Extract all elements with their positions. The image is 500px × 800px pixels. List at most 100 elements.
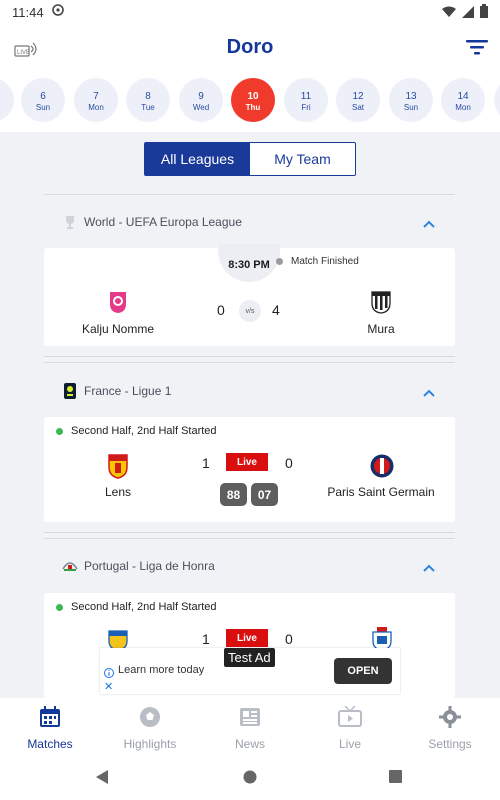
date-number: 12 [352, 91, 364, 102]
filter-icon[interactable] [466, 38, 488, 61]
my-team-tab[interactable]: My Team [250, 143, 355, 175]
wifi-icon [442, 5, 456, 23]
date-chip[interactable]: 11 Fri [284, 78, 328, 122]
vs-text: v/s [245, 307, 255, 315]
nav-news[interactable]: News [200, 698, 300, 756]
date-chip[interactable]: 7 Mon [74, 78, 118, 122]
kickoff-time: 8:30 PM [228, 259, 270, 271]
nav-highlights[interactable]: Highlights [100, 698, 200, 756]
date-chip[interactable]: 6 Sun [21, 78, 65, 122]
date-chip[interactable]: 9 Wed [179, 78, 223, 122]
league-name: France - Ligue 1 [84, 384, 172, 398]
status-bar: 11:44 [0, 0, 500, 24]
date-day: Sun [403, 103, 419, 112]
back-icon[interactable] [96, 770, 108, 789]
date-chip[interactable]: 13 Sun [389, 78, 433, 122]
close-icon[interactable]: ✕ [104, 680, 113, 693]
match-status: Second Half, 2nd Half Started [56, 601, 217, 613]
battery-icon [480, 4, 488, 23]
date-day: Fri [301, 103, 311, 112]
match-card[interactable]: Second Half, 2nd Half Started Lens 1 Liv… [44, 417, 455, 522]
ad-banner[interactable]: ✕ Test Ad Learn more today OPEN [100, 648, 400, 694]
date-chip[interactable]: 12 Sat [336, 78, 380, 122]
trophy-icon [62, 214, 78, 230]
away-score: 0 [285, 631, 293, 647]
date-day: Sat [351, 103, 364, 112]
bottom-navigation: Matches Highlights News Live Settings [0, 698, 500, 756]
vs-badge: v/s [239, 300, 261, 322]
date-number: 7 [93, 91, 99, 102]
chevron-up-icon[interactable] [423, 559, 435, 577]
team-crest [106, 453, 130, 479]
tv-icon [338, 705, 362, 731]
match-status: Second Half, 2nd Half Started [56, 425, 217, 437]
divider [44, 362, 455, 363]
home-score: 1 [202, 631, 210, 647]
nav-label: News [234, 737, 265, 751]
home-score: 0 [217, 302, 225, 318]
date-chip[interactable]: 8 Tue [126, 78, 170, 122]
ligue1-logo-icon [62, 383, 78, 399]
chevron-up-icon[interactable] [423, 384, 435, 402]
nav-live[interactable]: Live [300, 698, 400, 756]
team-name: Paris Saint Germain [327, 485, 435, 499]
match-status-text: Match Finished [291, 256, 359, 267]
app-bar: LIVE Doro [0, 24, 500, 74]
nav-label: Settings [428, 737, 472, 751]
match-status-text: Second Half, 2nd Half Started [71, 425, 217, 437]
match-status-text: Second Half, 2nd Half Started [71, 601, 217, 613]
calendar-icon [39, 706, 61, 731]
nav-settings[interactable]: Settings [400, 698, 500, 756]
home-team[interactable]: Kalju Nomme [53, 290, 183, 336]
league-header[interactable]: World - UEFA Europa League [44, 202, 455, 242]
date-number: 10 [247, 91, 259, 102]
date-chip[interactable] [494, 78, 500, 122]
data-saver-icon [51, 3, 64, 21]
home-icon[interactable] [243, 770, 257, 789]
liga-portugal-logo-icon [62, 558, 78, 574]
date-number: 6 [40, 91, 46, 102]
live-badge: Live [226, 629, 268, 647]
league-header[interactable]: France - Ligue 1 [44, 371, 455, 411]
recents-icon[interactable] [389, 770, 402, 788]
date-day: Tue [141, 103, 155, 112]
league-header[interactable]: Portugal - Liga de Honra [44, 546, 455, 586]
divider [44, 356, 455, 357]
team-crest [106, 290, 130, 314]
all-leagues-tab[interactable]: All Leagues [145, 143, 250, 175]
match-card[interactable]: 8:30 PM Match Finished Kalju Nomme 0 v/s… [44, 244, 455, 346]
team-crest [369, 453, 395, 479]
league-name: Portugal - Liga de Honra [84, 559, 215, 573]
away-team[interactable]: Paris Saint Germain [316, 453, 446, 499]
ad-open-button[interactable]: OPEN [334, 658, 392, 684]
date-day: Thu [245, 103, 261, 112]
date-selector: 6 Sun 7 Mon 8 Tue 9 Wed 10 Thu 11 Fri 12… [0, 74, 500, 132]
date-day: Sun [35, 103, 51, 112]
soccer-ball-icon [139, 706, 161, 731]
status-time: 11:44 [12, 4, 44, 20]
date-chip[interactable]: 14 Mon [441, 78, 485, 122]
nav-label: Highlights [123, 737, 177, 751]
divider [44, 532, 455, 533]
nav-matches[interactable]: Matches [0, 698, 100, 756]
away-team[interactable]: Mura [316, 290, 446, 336]
home-team[interactable]: Lens [53, 453, 183, 499]
kickoff-time-pill: 8:30 PM [218, 244, 280, 282]
live-badge: Live [226, 453, 268, 471]
date-chip[interactable] [0, 78, 14, 122]
match-minute: 88 [220, 483, 247, 506]
chevron-up-icon[interactable] [423, 215, 435, 233]
date-chip-selected[interactable]: 10 Thu [231, 78, 275, 122]
away-score: 0 [285, 455, 293, 471]
team-crest [369, 290, 393, 314]
date-day: Mon [455, 103, 471, 112]
league-name: World - UEFA Europa League [84, 215, 242, 229]
away-score: 4 [272, 302, 280, 318]
home-score: 1 [202, 455, 210, 471]
gear-icon [439, 706, 461, 731]
status-dot [276, 258, 283, 265]
newspaper-icon [239, 706, 261, 731]
date-number: 8 [145, 91, 151, 102]
divider [44, 194, 455, 195]
live-status-dot [56, 427, 63, 435]
